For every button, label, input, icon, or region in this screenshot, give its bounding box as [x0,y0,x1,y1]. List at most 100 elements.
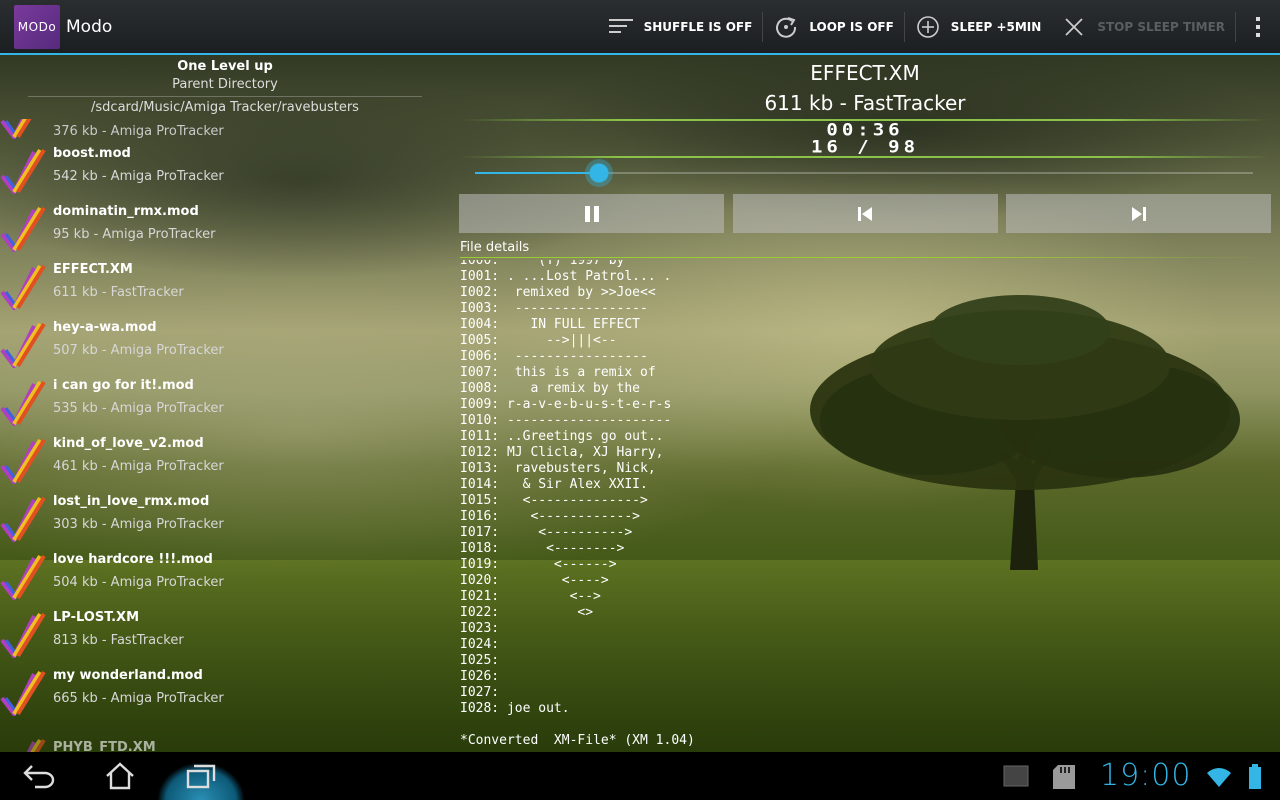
file-type-icon [0,670,46,716]
recent-apps-icon [186,764,216,789]
detail-line: I003: ----------------- [460,301,648,316]
song-info: 611 kb - FastTracker [764,91,966,115]
sleep-label: SLEEP +5MIN [950,19,1042,34]
list-item[interactable]: hey-a-wa.mod 507 kb - Amiga ProTracker [0,312,450,370]
shuffle-label: SHUFFLE IS OFF [643,19,753,34]
list-item[interactable]: love hardcore !!!.mod 504 kb - Amiga ProT… [0,544,450,602]
list-item[interactable]: EFFECT.XM 611 kb - FastTracker [0,254,450,312]
sleep-plus-button[interactable]: SLEEP +5MIN [905,0,1052,53]
seek-progress [475,172,600,174]
detail-line: I020: <----> [460,573,609,588]
app-icon[interactable]: MODo [14,5,60,49]
home-icon [106,762,134,790]
app-title: Modo [66,17,113,37]
detail-line: I013: ravebusters, Nick, [460,461,656,476]
current-path: /sdcard/Music/Amiga Tracker/ravebusters [28,96,422,115]
detail-line: I027: [460,685,500,700]
pause-icon [584,205,599,222]
sd-card-icon[interactable] [1052,764,1076,790]
detail-line: I024: [460,637,500,652]
file-name: EFFECT.XM [53,262,133,277]
one-level-up-label: One Level up [177,59,273,74]
detail-line: I008: a remix by the [460,381,641,396]
action-buttons: SHUFFLE IS OFF LOOP IS OFF SLEEP +5MIN S… [598,0,1280,53]
detail-line: I028: joe out. [460,701,570,716]
detail-line: I011: ..Greetings go out.. [460,429,664,444]
file-type-icon [0,554,46,600]
file-type-icon [0,496,46,542]
detail-line: I025: [460,653,500,668]
list-item[interactable]: lost_in_love_rmx.mod 303 kb - Amiga ProTr… [0,486,450,544]
previous-button[interactable] [732,194,998,233]
elapsed-time: 00:36 [826,120,904,140]
stop-sleep-label: STOP SLEEP TIMER [1097,19,1225,34]
parent-directory-row[interactable]: One Level up Parent Directory /sdcard/Mu… [0,56,450,120]
detail-line: I001: . ...Lost Patrol... . [460,269,672,284]
app-notification-icon[interactable] [1003,764,1029,788]
detail-line: I014: & Sir Alex XXII. [460,477,648,492]
file-type-icon [0,119,32,139]
file-type-icon [0,380,46,426]
file-meta: 461 kb - Amiga ProTracker [53,459,224,474]
file-details-label: File details [460,240,530,255]
file-name: lost_in_love_rmx.mod [53,494,210,509]
detail-line: I021: <--> [460,589,601,604]
back-button[interactable] [0,752,80,800]
loop-label: LOOP IS OFF [809,19,894,34]
time-display: 00:36 16 / 98 [455,122,1275,156]
divider [460,156,1270,158]
stop-sleep-timer-button[interactable]: STOP SLEEP TIMER [1051,0,1235,53]
list-item[interactable]: my wonderland.mod 665 kb - Amiga ProTrack… [0,660,450,718]
skip-next-icon [1131,206,1146,221]
list-item[interactable]: kind_of_love_v2.mod 461 kb - Amiga ProTra… [0,428,450,486]
loop-icon [773,14,799,40]
divider [460,257,1270,258]
file-name: kind_of_love_v2.mod [53,436,204,451]
file-meta: 611 kb - FastTracker [53,285,184,300]
file-meta: 542 kb - Amiga ProTracker [53,169,224,184]
file-meta: 303 kb - Amiga ProTracker [53,517,224,532]
skip-previous-icon [858,206,872,221]
next-button[interactable] [1006,194,1271,233]
detail-line: I004: IN FULL EFFECT [460,317,641,332]
file-meta: 504 kb - Amiga ProTracker [53,575,224,590]
list-item[interactable]: dominatin_rmx.mod 95 kb - Amiga ProTracke… [0,196,450,254]
detail-line: I017: <----------> [460,525,633,540]
detail-line: I023: [460,621,500,636]
file-name: love hardcore !!!.mod [53,552,213,567]
back-icon [23,765,55,789]
detail-line: I012: MJ Clicla, XJ Harry, [460,445,664,460]
file-details-text[interactable]: I000: (T) 1997 by I001: . ...Lost Patrol.… [460,260,1270,752]
detail-line: I016: <------------> [460,509,641,524]
detail-line: I010: --------------------- [460,413,672,428]
clock: 19:00 [1100,758,1192,793]
pattern-position: 16 / 98 [810,137,920,157]
detail-line: I019: <------> [460,557,617,572]
recent-apps-button[interactable] [161,752,241,800]
detail-line: I018: <--------> [460,541,625,556]
pause-button[interactable] [459,194,724,233]
file-type-icon [0,612,46,658]
shuffle-button[interactable]: SHUFFLE IS OFF [598,0,763,53]
list-item-partial[interactable]: 376 kb - Amiga ProTracker [0,119,450,139]
transport-controls [459,194,1271,234]
wifi-icon [1207,768,1231,787]
detail-line: I022: <> [460,605,594,620]
overflow-menu-icon[interactable] [1236,0,1280,53]
list-item[interactable]: i can go for it!.mod 535 kb - Amiga ProTr… [0,370,450,428]
file-name: hey-a-wa.mod [53,320,157,335]
seek-thumb[interactable] [585,159,614,187]
detail-line: I015: <--------------> [460,493,648,508]
file-meta: 535 kb - Amiga ProTracker [53,401,224,416]
detail-line: I005: -->|||<-- [460,333,617,348]
action-bar: MODo Modo SHUFFLE IS OFF LOOP IS OFF SLE… [0,0,1280,55]
loop-button[interactable]: LOOP IS OFF [763,0,903,53]
list-item[interactable]: LP-LOST.XM 813 kb - FastTracker [0,602,450,660]
file-meta: 507 kb - Amiga ProTracker [53,343,224,358]
list-item-partial[interactable]: PHYB_FTD.XM [0,730,450,752]
list-item[interactable]: boost.mod 542 kb - Amiga ProTracker [0,138,450,196]
file-name: boost.mod [53,146,131,161]
file-type-icon [0,438,46,484]
seek-bar[interactable] [475,159,1253,187]
file-type-icon [26,738,46,752]
